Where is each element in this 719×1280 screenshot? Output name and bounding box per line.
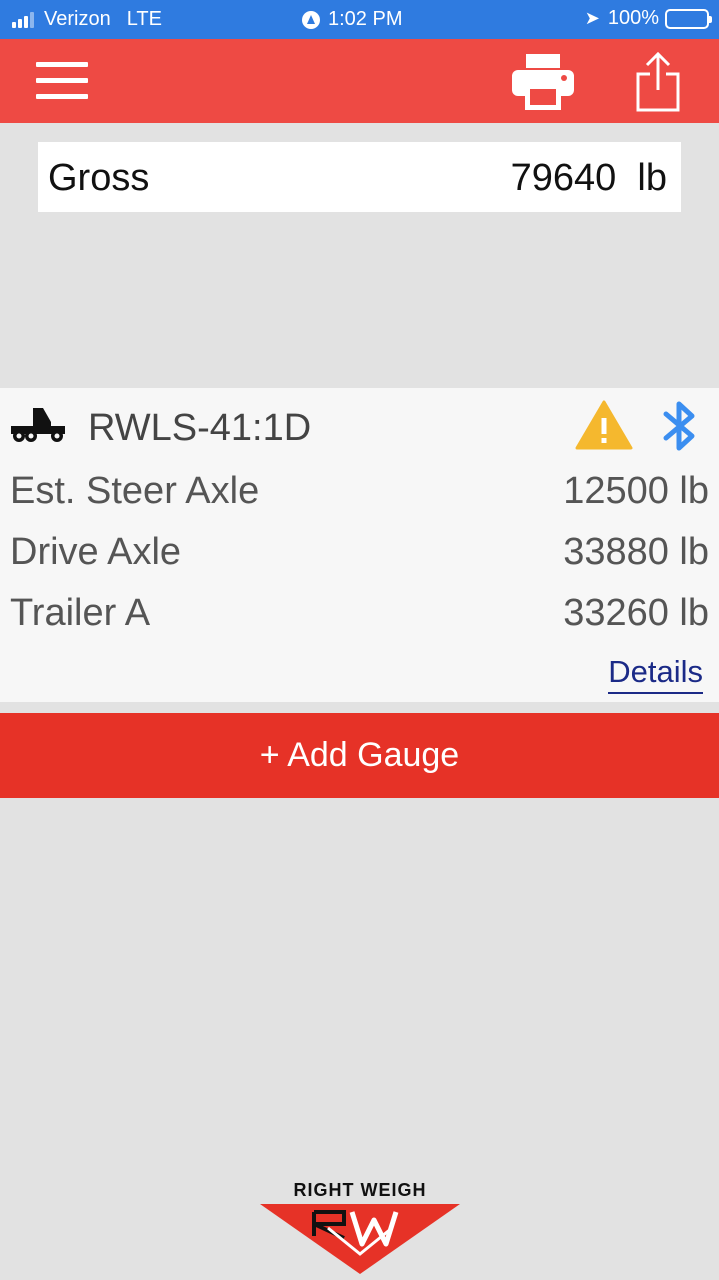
battery-percent: 100% xyxy=(607,7,659,29)
status-right: ➤ 100% xyxy=(584,7,712,30)
signal-strength-icon xyxy=(12,11,36,28)
axle-value: 33880 lb xyxy=(563,531,709,573)
axle-label: Drive Axle xyxy=(10,531,182,573)
menu-button[interactable] xyxy=(36,62,88,100)
printer-icon xyxy=(512,54,574,110)
gross-value: 79640 lb xyxy=(510,157,667,199)
share-button[interactable] xyxy=(634,51,682,112)
status-left: Verizon LTE xyxy=(12,8,162,31)
axle-label: Est. Steer Axle xyxy=(10,470,260,512)
gross-label: Gross xyxy=(48,157,150,199)
warning-icon[interactable] xyxy=(575,400,633,450)
location-arrow-icon: ➤ xyxy=(584,8,600,28)
carrier-name: Verizon xyxy=(44,8,111,30)
status-bar: Verizon LTE 1:02 PM ➤ 100% xyxy=(0,0,719,39)
axle-row-drive: Drive Axle 33880 lb xyxy=(0,531,719,583)
axle-row-trailer: Trailer A 33260 lb xyxy=(0,592,719,644)
navigation-icon xyxy=(302,10,320,29)
axle-label: Trailer A xyxy=(10,592,151,634)
network-type: LTE xyxy=(126,8,162,30)
menu-bar xyxy=(36,78,88,83)
status-time: 1:02 PM xyxy=(328,8,403,30)
battery-icon xyxy=(665,8,712,29)
truck-icon xyxy=(11,408,65,442)
share-icon xyxy=(636,51,680,112)
right-weigh-logo: RIGHT WEIGH xyxy=(258,1180,462,1276)
details-link[interactable]: Details xyxy=(608,654,703,694)
app-header xyxy=(0,39,719,123)
gauge-card[interactable]: RWLS-41:1D Est. Steer Axle 12500 lb Driv… xyxy=(0,388,719,702)
axle-row-steer: Est. Steer Axle 12500 lb xyxy=(0,470,719,522)
axle-value: 33260 lb xyxy=(563,592,709,634)
bluetooth-icon[interactable] xyxy=(660,400,698,452)
status-center: 1:02 PM xyxy=(302,8,402,31)
logo-mark xyxy=(260,1204,460,1274)
add-gauge-button[interactable]: + Add Gauge xyxy=(0,713,719,798)
gross-weight-card: Gross 79640 lb xyxy=(38,142,681,212)
hamburger-menu-icon xyxy=(36,62,88,67)
axle-value: 12500 lb xyxy=(563,470,709,512)
logo-text: RIGHT WEIGH xyxy=(293,1180,427,1200)
menu-bar xyxy=(36,94,88,99)
print-button[interactable] xyxy=(512,54,574,110)
gauge-name: RWLS-41:1D xyxy=(88,407,312,449)
